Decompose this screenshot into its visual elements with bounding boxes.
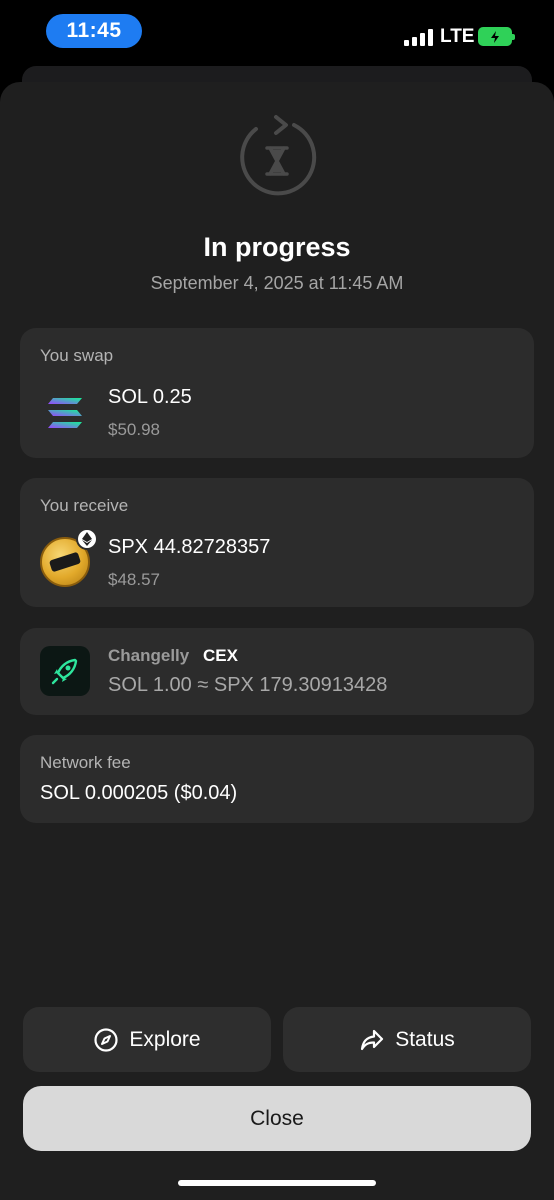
close-button[interactable]: Close [23, 1086, 531, 1151]
home-indicator[interactable] [178, 1180, 376, 1186]
ethereum-badge-icon [76, 528, 98, 550]
exchange-rate: SOL 1.00 ≈ SPX 179.30913428 [108, 674, 388, 696]
receive-amount: SPX 44.82728357 [108, 536, 271, 558]
status-button[interactable]: Status [283, 1007, 531, 1072]
solana-logo-icon [48, 398, 82, 428]
swap-usd-value: $50.98 [108, 420, 160, 439]
compass-icon [94, 1027, 118, 1052]
status-time: 11:45 [46, 14, 142, 48]
changelly-rocket-icon [40, 646, 90, 696]
status-button-label: Status [395, 1027, 455, 1051]
explore-button[interactable]: Explore [23, 1007, 271, 1072]
network-fee-label: Network fee [40, 753, 131, 772]
receive-card: You receive SPX 44.82728357 $48.57 [20, 478, 534, 607]
network-type: LTE [440, 26, 475, 47]
share-arrow-icon [361, 1029, 384, 1050]
receive-usd-value: $48.57 [108, 570, 160, 589]
swap-label: You swap [40, 346, 114, 365]
explore-button-label: Explore [129, 1027, 201, 1051]
receive-label: You receive [40, 496, 129, 515]
provider-type-tag: CEX [203, 646, 238, 665]
swap-amount: SOL 0.25 [108, 386, 192, 408]
network-fee-value: SOL 0.000205 ($0.04) [40, 782, 238, 804]
page-title: In progress [203, 232, 351, 262]
provider-card: Changelly CEX SOL 1.00 ≈ SPX 179.3091342… [20, 628, 534, 715]
close-button-label: Close [250, 1106, 304, 1130]
status-bar: 11:45 LTE [0, 0, 554, 64]
network-fee-card: Network fee SOL 0.000205 ($0.04) [20, 735, 534, 823]
hourglass-refresh-icon [240, 115, 317, 196]
battery-charging-icon [478, 27, 515, 46]
provider-name: Changelly [108, 646, 190, 665]
cellular-signal-icon [404, 28, 433, 46]
swap-card: You swap SOL 0.25 $50.98 [20, 328, 534, 458]
transaction-date: September 4, 2025 at 11:45 AM [150, 273, 404, 293]
